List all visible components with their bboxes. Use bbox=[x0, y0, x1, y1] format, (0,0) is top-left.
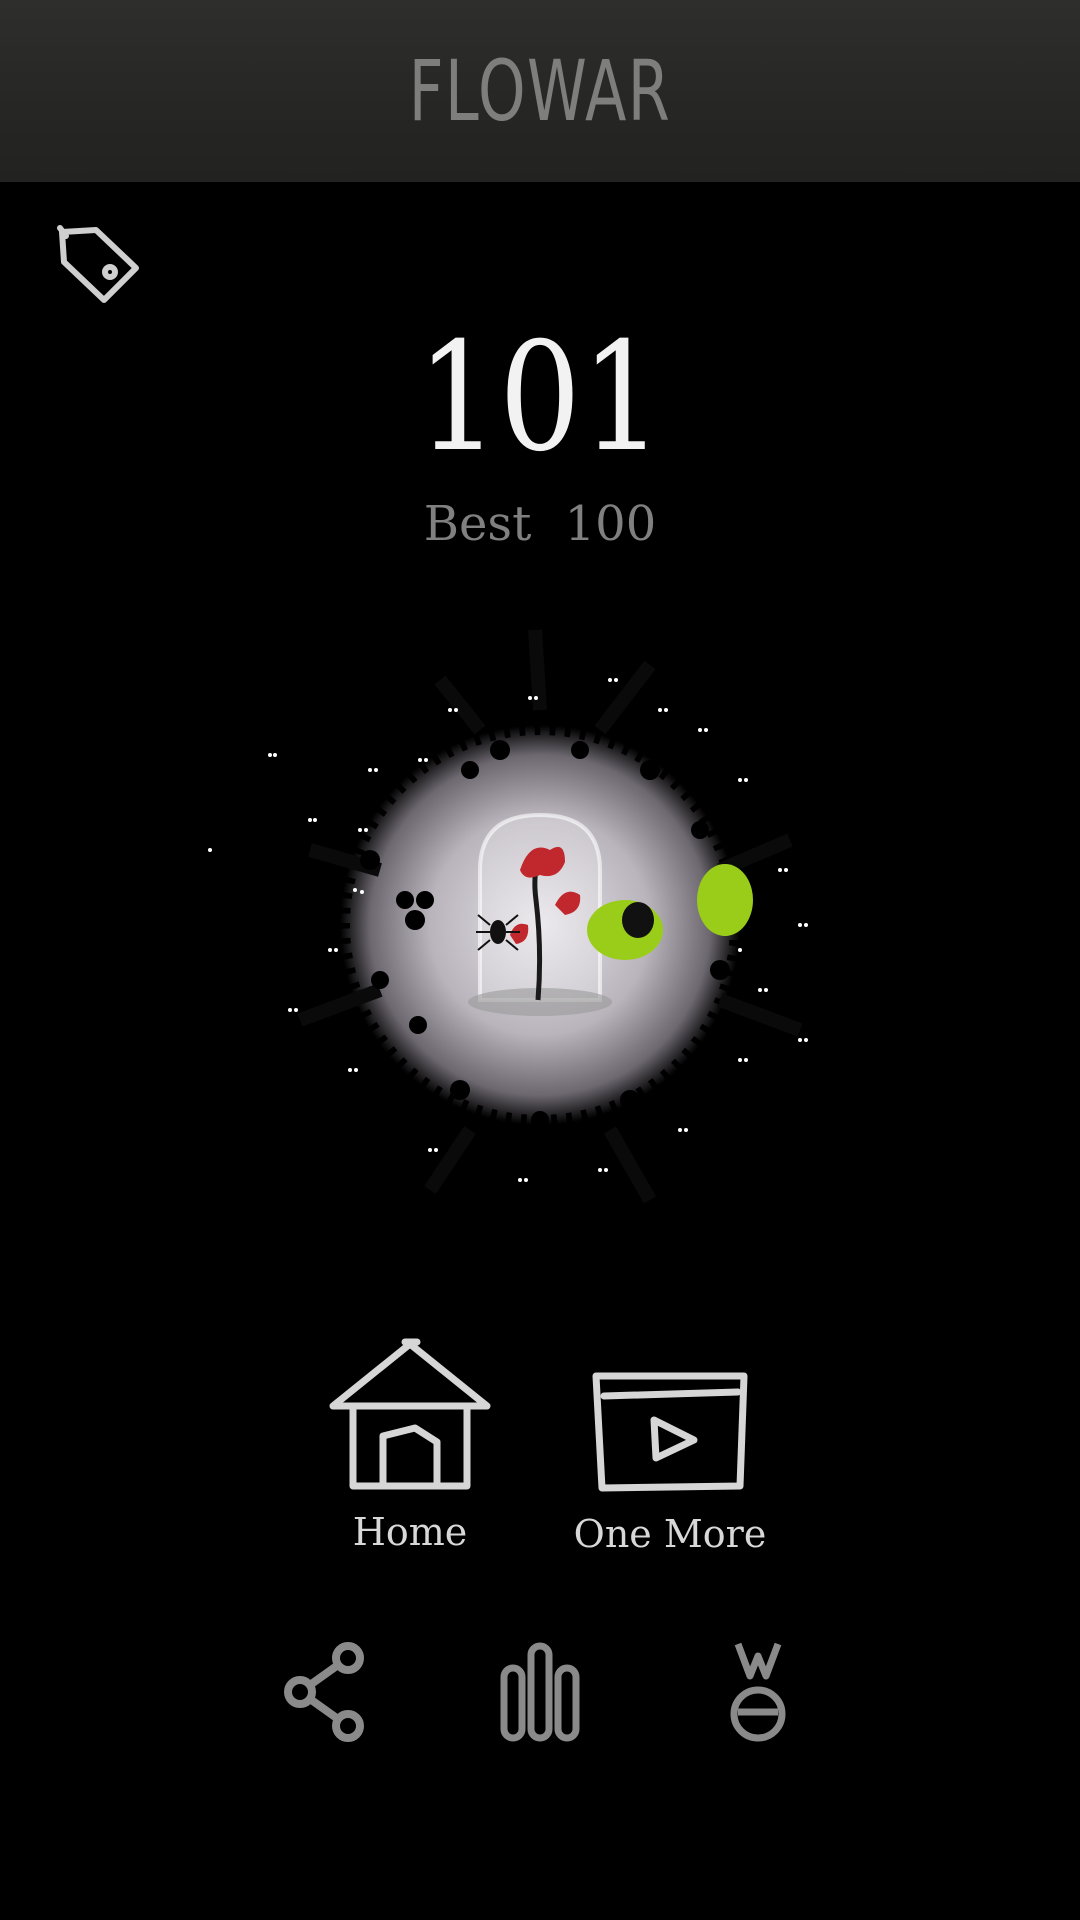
app-title: FLOWAR bbox=[408, 42, 672, 140]
medal-icon[interactable] bbox=[708, 1636, 808, 1746]
one-more-button[interactable]: One More bbox=[570, 1368, 770, 1556]
share-icon[interactable] bbox=[278, 1636, 378, 1746]
banner-torn-edge bbox=[0, 160, 1080, 175]
one-more-label: One More bbox=[573, 1512, 767, 1556]
best-score: Best 100 bbox=[423, 496, 657, 552]
bar-chart-icon[interactable] bbox=[490, 1636, 590, 1746]
tag-icon[interactable] bbox=[52, 220, 148, 316]
current-score: 101 bbox=[416, 311, 664, 485]
game-scene bbox=[208, 629, 808, 1204]
house-icon bbox=[329, 1338, 491, 1490]
video-play-icon bbox=[592, 1372, 748, 1492]
home-label: Home bbox=[352, 1510, 468, 1554]
home-button[interactable]: Home bbox=[310, 1336, 510, 1554]
